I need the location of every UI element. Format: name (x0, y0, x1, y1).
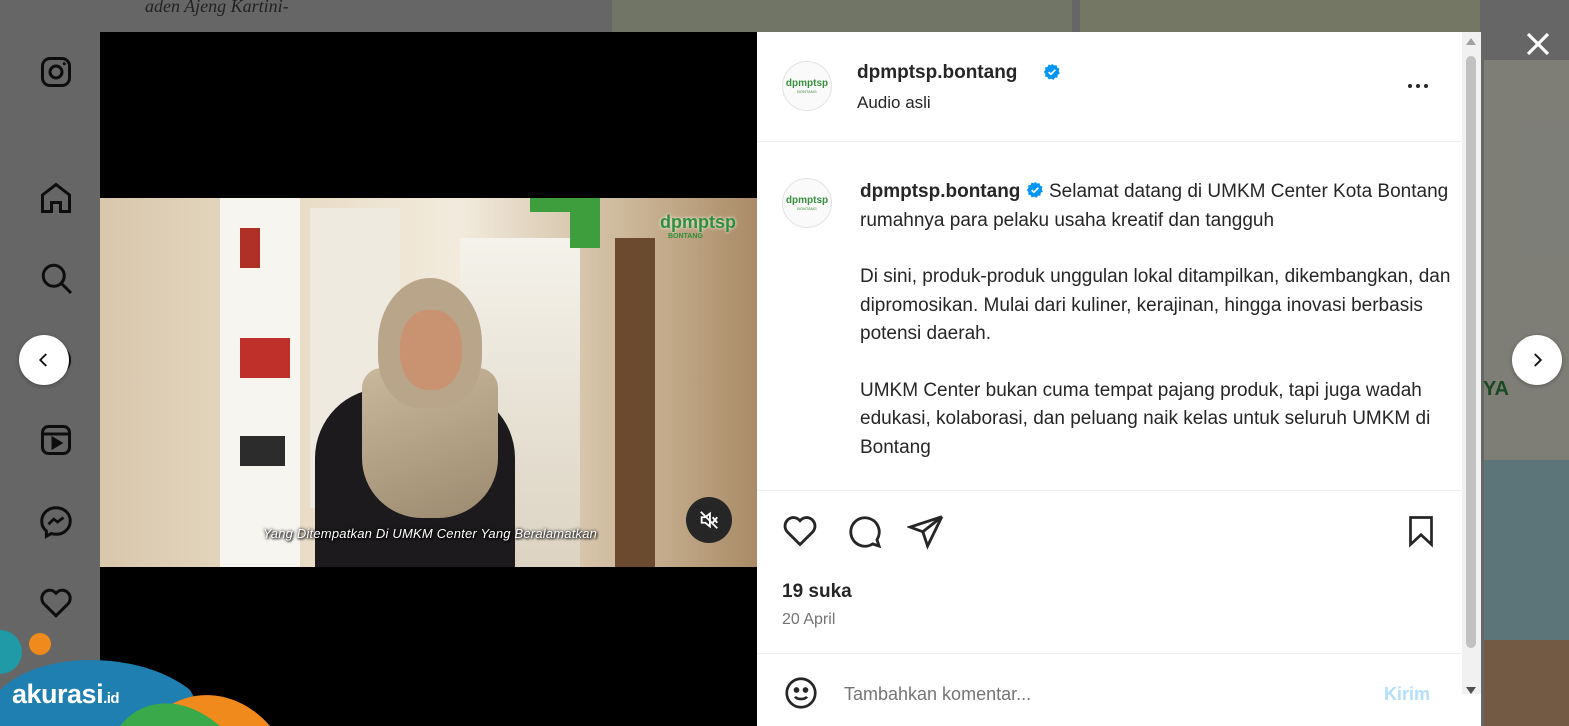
scroll-down-icon[interactable] (1465, 686, 1477, 696)
post-comment-button[interactable]: Kirim (1384, 684, 1430, 705)
caption-avatar[interactable]: dpmptsp BONTANG (782, 178, 832, 228)
caption-username[interactable]: dpmptsp.bontang (860, 181, 1020, 202)
post-header (757, 32, 1467, 142)
presenter-face (400, 310, 462, 390)
chevron-right-icon (1534, 353, 1543, 367)
post-caption: dpmptsp.bontang Selamat datang di UMKM C… (860, 178, 1460, 490)
comment-icon (849, 516, 882, 549)
send-icon (907, 515, 944, 550)
brand-logo: akurasi.id (12, 679, 120, 710)
bookmark-icon (1409, 516, 1433, 548)
more-options-icon (1408, 84, 1412, 88)
avatar-logo-subtitle: BONTANG (797, 88, 817, 94)
video-player[interactable]: dpmptsp BONTANG Yang Ditempatkan Di UMKM… (100, 198, 757, 567)
save-button[interactable] (1401, 511, 1441, 551)
emoji-button[interactable] (781, 673, 821, 713)
next-post-button[interactable] (1512, 335, 1562, 385)
close-button[interactable] (1518, 24, 1558, 64)
mute-button[interactable] (686, 497, 732, 543)
emoji-icon (785, 677, 817, 709)
avatar-logo-subtitle: BONTANG (797, 205, 817, 211)
product-display (240, 228, 260, 268)
caption-paragraph: dpmptsp.bontang Selamat datang di UMKM C… (860, 178, 1460, 235)
speaker-muted-icon (700, 511, 718, 529)
scrollbar-thumb[interactable] (1466, 56, 1476, 648)
more-options-button[interactable] (1398, 71, 1438, 101)
like-count[interactable]: 19 suka (782, 581, 852, 603)
verified-badge-icon (1026, 181, 1043, 198)
scroll-up-icon[interactable] (1465, 36, 1477, 46)
shelf (220, 198, 300, 567)
post-author-username[interactable]: dpmptsp.bontang (857, 62, 1017, 84)
avatar-logo-text: dpmptsp (785, 194, 829, 206)
door (615, 238, 655, 567)
video-logo: dpmptsp (660, 212, 736, 232)
comment-button[interactable] (844, 511, 884, 551)
comment-input[interactable] (844, 684, 1364, 705)
avatar[interactable]: dpmptsp BONTANG (782, 61, 832, 111)
share-button[interactable] (906, 511, 946, 551)
caption-paragraph: Di sini, produk-produk unggulan lokal di… (860, 266, 1451, 344)
green-trim (570, 198, 600, 248)
brand-logo-shape (0, 630, 270, 726)
media-pane: dpmptsp BONTANG Yang Ditempatkan Di UMKM… (100, 32, 757, 726)
brand-suffix: .id (103, 690, 120, 707)
previous-post-button[interactable] (19, 335, 69, 385)
more-options-icon (1416, 84, 1420, 88)
video-logo-subtitle: BONTANG (668, 233, 703, 240)
brand-name: akurasi (12, 679, 104, 709)
caption-paragraph: UMKM Center bukan cuma tempat pajang pro… (860, 379, 1431, 458)
product-display (240, 436, 285, 466)
more-options-icon (1424, 84, 1428, 88)
heart-icon (783, 516, 817, 547)
close-icon (1526, 32, 1550, 56)
green-trim (530, 198, 570, 212)
like-button[interactable] (780, 511, 820, 551)
chevron-left-icon (38, 353, 47, 367)
product-display (240, 338, 290, 378)
audio-label[interactable]: Audio asli (857, 93, 931, 113)
video-subtitle: Yang Ditempatkan Di UMKM Center Yang Ber… (262, 526, 598, 541)
verified-badge-icon (1043, 63, 1060, 80)
avatar-logo-text: dpmptsp (785, 77, 829, 89)
post-date: 20 April (782, 611, 836, 628)
